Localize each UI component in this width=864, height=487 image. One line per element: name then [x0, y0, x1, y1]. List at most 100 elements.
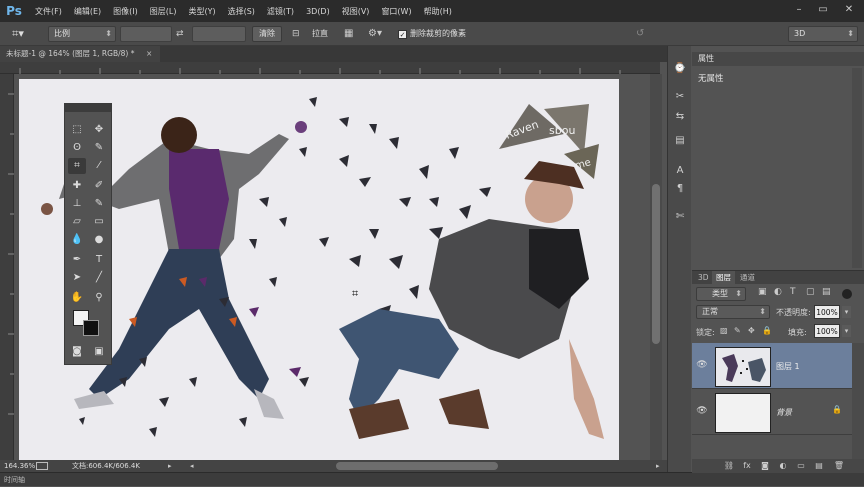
menu-select[interactable]: 选择(S) — [222, 6, 261, 17]
filter-smart-icon[interactable]: ▤ — [822, 287, 831, 297]
pen-tool-icon[interactable]: ✒ — [68, 252, 86, 268]
vertical-scroll-thumb[interactable] — [652, 184, 660, 344]
menu-type[interactable]: 类型(Y) — [182, 6, 221, 17]
tab-3d[interactable]: 3D — [694, 271, 713, 284]
lasso-tool-icon[interactable]: ʘ — [68, 140, 86, 156]
delete-cropped-checkbox[interactable]: ✓ — [398, 30, 407, 39]
eraser-tool-icon[interactable]: ▱ — [68, 214, 86, 230]
layer-filter-select[interactable]: 类型 — [696, 287, 746, 301]
zoom-tool-icon[interactable]: ⚲ — [90, 290, 108, 306]
hand-tool-icon[interactable]: ✋ — [68, 290, 86, 306]
scroll-right-icon[interactable]: ▸ — [656, 460, 660, 472]
fill-dropdown-icon[interactable]: ▾ — [842, 325, 851, 337]
new-group-icon[interactable]: ▭ — [794, 460, 808, 472]
filter-adjust-icon[interactable]: ◐ — [774, 287, 782, 297]
status-menu-arrow-icon[interactable]: ▸ — [168, 460, 172, 472]
straighten-icon[interactable]: ⊟ — [292, 26, 306, 42]
healing-brush-tool-icon[interactable]: ✚ — [68, 178, 86, 194]
quick-select-tool-icon[interactable]: ✎ — [90, 140, 108, 156]
opacity-dropdown-icon[interactable]: ▾ — [842, 306, 851, 318]
paragraph-panel-icon[interactable]: ¶ — [671, 180, 689, 198]
menu-image[interactable]: 图像(I) — [107, 6, 144, 17]
document-tab[interactable]: 未标题-1 @ 164% (图层 1, RGB/8) * × — [0, 46, 160, 62]
move-tool-icon[interactable]: ✥ — [90, 122, 108, 138]
path-select-tool-icon[interactable]: ➤ — [68, 270, 86, 286]
lock-image-icon[interactable]: ✎ — [734, 326, 741, 335]
fill-input[interactable]: 100% — [814, 324, 840, 338]
blur-tool-icon[interactable]: 💧 — [68, 232, 86, 248]
layer-style-icon[interactable]: fx — [740, 460, 754, 472]
menu-edit[interactable]: 编辑(E) — [68, 6, 107, 17]
menu-view[interactable]: 视图(V) — [336, 6, 376, 17]
scroll-left-icon[interactable]: ◂ — [190, 460, 194, 472]
history-brush-tool-icon[interactable]: ✎ — [90, 196, 108, 212]
opacity-input[interactable]: 100% — [814, 305, 840, 319]
filter-toggle-icon[interactable] — [842, 289, 852, 299]
info-panel-icon[interactable]: ▤ — [671, 132, 689, 150]
character-panel-icon[interactable]: A — [671, 162, 689, 180]
zoom-level[interactable]: 164.36% — [4, 460, 35, 472]
layers-scrollbar[interactable] — [852, 343, 864, 459]
layer-row-background[interactable]: 👁 背景 🔒 — [692, 389, 852, 435]
menu-filter[interactable]: 滤镜(T) — [261, 6, 300, 17]
adjustments-panel-icon[interactable]: ⇆ — [671, 108, 689, 126]
history-panel-icon[interactable]: ⌚ — [671, 60, 689, 78]
actions-panel-icon[interactable]: ✂ — [671, 88, 689, 106]
layer-row-1[interactable]: 👁 图层 1 — [692, 343, 852, 389]
layer-name[interactable]: 背景 — [776, 407, 792, 418]
overlay-grid-icon[interactable]: ▦ — [344, 26, 358, 42]
workspace-select[interactable]: 3D — [788, 26, 858, 42]
zoom-box-icon[interactable] — [36, 462, 48, 470]
filter-shape-icon[interactable]: ▢ — [806, 287, 815, 297]
menu-file[interactable]: 文件(F) — [29, 6, 68, 17]
horizontal-scroll-thumb[interactable] — [336, 462, 498, 470]
filter-pixel-icon[interactable]: ▣ — [758, 287, 767, 297]
menu-3d[interactable]: 3D(D) — [300, 7, 336, 16]
vertical-scrollbar[interactable] — [650, 74, 662, 460]
gradient-tool-icon[interactable]: ▭ — [90, 214, 108, 230]
ratio-select[interactable]: 比例 — [48, 26, 116, 42]
gear-icon[interactable]: ⚙▾ — [368, 26, 386, 42]
visibility-eye-icon[interactable]: 👁 — [696, 405, 708, 417]
quick-mask-icon[interactable]: ◙ — [68, 344, 86, 360]
menu-help[interactable]: 帮助(H) — [418, 6, 458, 17]
add-mask-icon[interactable]: ◙ — [758, 460, 772, 472]
width-field[interactable] — [120, 26, 172, 42]
delete-layer-icon[interactable]: 🗑 — [832, 460, 846, 472]
layer-name[interactable]: 图层 1 — [776, 361, 800, 372]
filter-type-icon[interactable]: T — [790, 287, 796, 297]
crop-tool-preset-icon[interactable]: ⌗▾ — [6, 26, 30, 42]
reset-icon[interactable]: ↺ — [636, 26, 650, 42]
properties-scrollbar[interactable] — [852, 68, 862, 268]
line-tool-icon[interactable]: ╱ — [90, 270, 108, 286]
close-icon[interactable]: ✕ — [840, 3, 858, 17]
crop-tool-icon[interactable]: ⌗ — [68, 158, 86, 174]
screen-mode-icon[interactable]: ▣ — [90, 344, 108, 360]
tab-channels[interactable]: 通道 — [736, 271, 759, 284]
straighten-label[interactable]: 拉直 — [312, 26, 328, 42]
blend-mode-select[interactable]: 正常 — [696, 305, 770, 319]
menu-layer[interactable]: 图层(L) — [144, 6, 183, 17]
new-layer-icon[interactable]: ▤ — [812, 460, 826, 472]
lock-position-icon[interactable]: ✥ — [748, 326, 755, 335]
dodge-tool-icon[interactable]: ● — [90, 232, 108, 248]
visibility-eye-icon[interactable]: 👁 — [696, 359, 708, 371]
clear-button[interactable]: 清除 — [252, 26, 282, 42]
lock-transparent-icon[interactable]: ▨ — [720, 326, 728, 335]
close-tab-icon[interactable]: × — [146, 46, 152, 62]
maximize-icon[interactable]: ▭ — [814, 3, 832, 17]
tab-layers[interactable]: 图层 — [712, 271, 735, 284]
minimize-icon[interactable]: – — [790, 3, 808, 17]
tools-panel-header[interactable] — [65, 104, 111, 112]
tool-presets-panel-icon[interactable]: ✄ — [671, 208, 689, 226]
marquee-tool-icon[interactable]: ⬚ — [68, 122, 86, 138]
link-layers-icon[interactable]: ⛓ — [722, 460, 736, 472]
eyedropper-tool-icon[interactable]: ⁄ — [90, 158, 108, 174]
background-color-swatch[interactable] — [83, 320, 99, 336]
menu-window[interactable]: 窗口(W) — [375, 6, 417, 17]
lock-all-icon[interactable]: 🔒 — [762, 326, 772, 335]
timeline-bar[interactable]: 时间轴 — [0, 472, 864, 486]
swap-icon[interactable]: ⇄ — [176, 26, 188, 42]
clone-stamp-tool-icon[interactable]: ⊥ — [68, 196, 86, 212]
type-tool-icon[interactable]: T — [90, 252, 108, 268]
